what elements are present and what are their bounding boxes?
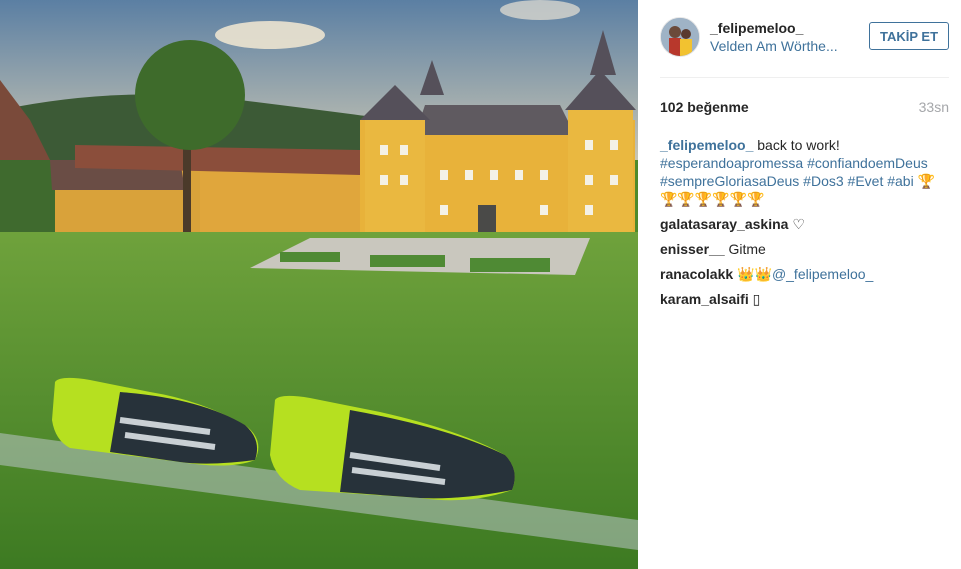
caption: _felipemeloo_ back to work! #esperandoap… [660, 136, 951, 208]
follow-button[interactable]: TAKİP ET [869, 22, 949, 50]
comment-username[interactable]: galatasaray_askina [660, 216, 788, 232]
post-header: _felipemeloo_ Velden Am Wörthe... TAKİP … [660, 16, 949, 60]
comment-text: Gitme [728, 241, 766, 257]
caption-hashtags-line1[interactable]: #esperandoapromessa #confiandoemDeus [660, 155, 928, 171]
username-link[interactable]: _felipemeloo_ [710, 20, 803, 36]
comment-text: 👑👑 [737, 266, 772, 282]
caption-username[interactable]: _felipemeloo_ [660, 137, 753, 153]
comment-item: ranacolakk 👑👑@_felipemeloo_ [660, 265, 951, 283]
trophy-emojis: 🏆🏆🏆🏆🏆🏆 [660, 191, 765, 207]
comment-username[interactable]: enisser__ [660, 241, 725, 257]
avatar-image [661, 18, 699, 56]
comments-list: _felipemeloo_ back to work! #esperandoap… [660, 136, 951, 315]
trophy-emoji: 🏆 [917, 173, 936, 189]
avatar[interactable] [660, 17, 700, 57]
post-stats: 102 beğenme 33sn [660, 99, 949, 117]
post-info-panel: _felipemeloo_ Velden Am Wörthe... TAKİP … [638, 0, 961, 569]
comment-text: ▯ [752, 291, 761, 307]
comment-username[interactable]: karam_alsaifi [660, 291, 749, 307]
caption-hashtags-line2[interactable]: #sempreGloriasaDeus #Dos3 #Evet #abi [660, 173, 914, 189]
comment-username[interactable]: ranacolakk [660, 266, 733, 282]
photo-illustration [0, 0, 638, 569]
likes-count[interactable]: 102 beğenme [660, 99, 749, 115]
comment-item: karam_alsaifi ▯ [660, 290, 951, 308]
location-link[interactable]: Velden Am Wörthe... [710, 38, 850, 54]
divider [660, 77, 949, 78]
post-photo[interactable] [0, 0, 638, 569]
caption-text: back to work! [757, 137, 840, 153]
comment-mention[interactable]: @_felipemeloo_ [772, 266, 873, 282]
comment-item: enisser__ Gitme [660, 240, 951, 258]
comment-item: galatasaray_askina ♡ [660, 215, 951, 233]
timestamp[interactable]: 33sn [919, 99, 949, 115]
comment-text: ♡ [792, 216, 805, 232]
